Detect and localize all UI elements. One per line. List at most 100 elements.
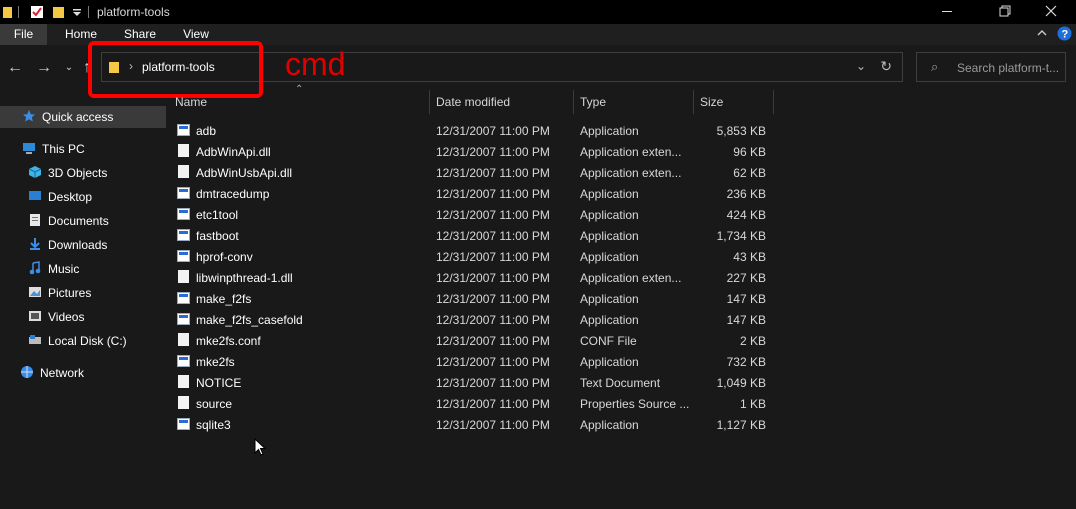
sidebar-item-3d-objects[interactable]: 3D Objects xyxy=(0,162,166,184)
file-icon xyxy=(178,333,189,346)
column-header-name[interactable]: Name xyxy=(175,90,207,114)
file-row[interactable]: mke2fs 12/31/2007 11:00 PM Application 732 … xyxy=(166,351,776,372)
file-row[interactable]: adb 12/31/2007 11:00 PM Application 5,853 K… xyxy=(166,120,776,141)
sidebar-item-this-pc[interactable]: This PC xyxy=(0,138,166,160)
file-name: mke2fs xyxy=(196,355,235,369)
file-size: 227 KB xyxy=(726,271,766,285)
file-row[interactable]: fastboot 12/31/2007 11:00 PM Application 1,… xyxy=(166,225,776,246)
mouse-cursor-icon xyxy=(254,437,267,461)
cube-icon xyxy=(28,165,42,182)
file-type: Application exten... xyxy=(580,271,682,285)
file-row[interactable]: libwinpthread-1.dll 12/31/2007 11:00 PM Ap… xyxy=(166,267,776,288)
maximize-button[interactable] xyxy=(982,0,1028,24)
sidebar-item-documents[interactable]: Documents xyxy=(0,210,166,232)
new-folder-icon[interactable] xyxy=(53,4,65,20)
help-icon[interactable]: ? xyxy=(1057,26,1072,44)
back-button[interactable]: ← xyxy=(6,59,24,77)
expand-ribbon-icon[interactable] xyxy=(1036,27,1048,42)
column-divider[interactable] xyxy=(773,90,774,114)
sidebar-item-label: 3D Objects xyxy=(48,166,108,180)
column-header-size[interactable]: Size xyxy=(700,90,723,114)
file-row[interactable]: source 12/31/2007 11:00 PM Properties Sour… xyxy=(166,393,776,414)
column-divider[interactable] xyxy=(693,90,694,114)
chevron-down-icon[interactable]: ⌄ xyxy=(856,59,866,73)
file-row[interactable]: mke2fs.conf 12/31/2007 11:00 PM CONF File 2… xyxy=(166,330,776,351)
file-type: Application xyxy=(580,418,639,432)
file-icon xyxy=(178,270,189,283)
application-icon xyxy=(177,250,190,262)
close-button[interactable] xyxy=(1028,0,1074,24)
search-box[interactable]: ⌕ Search platform-t... xyxy=(916,52,1066,82)
column-divider[interactable] xyxy=(429,90,430,114)
refresh-icon[interactable]: ↻ xyxy=(880,58,892,75)
sort-ascending-icon: ⌃ xyxy=(295,84,304,95)
sidebar-item-label: Desktop xyxy=(48,190,93,204)
sidebar-item-desktop[interactable]: Desktop xyxy=(0,186,166,208)
file-name: make_f2fs xyxy=(196,292,252,306)
file-row[interactable]: make_f2fs_casefold 12/31/2007 11:00 PM App… xyxy=(166,309,776,330)
file-size: 424 KB xyxy=(726,208,766,222)
sidebar-item-label: Videos xyxy=(48,310,85,324)
sidebar-item-downloads[interactable]: Downloads xyxy=(0,234,166,256)
column-divider[interactable] xyxy=(573,90,574,114)
customize-toolbar-icon[interactable] xyxy=(72,4,82,20)
sidebar-item-videos[interactable]: Videos xyxy=(0,306,166,328)
sidebar-item-music[interactable]: Music xyxy=(0,258,166,280)
column-header-type[interactable]: Type xyxy=(580,90,606,114)
properties-icon[interactable] xyxy=(30,4,44,20)
file-date-modified: 12/31/2007 11:00 PM xyxy=(436,271,550,285)
file-size: 236 KB xyxy=(726,187,766,201)
desktop-icon xyxy=(28,189,42,206)
file-date-modified: 12/31/2007 11:00 PM xyxy=(436,187,550,201)
file-name: etc1tool xyxy=(196,208,239,222)
pictures-icon xyxy=(28,285,42,302)
tab-file[interactable]: File xyxy=(0,24,47,45)
file-name: mke2fs.conf xyxy=(196,334,261,348)
file-size: 732 KB xyxy=(726,355,766,369)
column-header-date[interactable]: Date modified xyxy=(436,90,510,114)
application-icon xyxy=(177,292,190,304)
recent-locations-button[interactable]: ⌄ xyxy=(60,59,78,77)
sidebar-item-label: Pictures xyxy=(48,286,92,300)
file-size: 1 KB xyxy=(739,397,766,411)
file-name: NOTICE xyxy=(196,376,242,390)
back-arrow-icon: ← xyxy=(7,59,23,76)
sidebar-item-quick-access[interactable]: Quick access xyxy=(0,106,166,128)
sidebar-item-pictures[interactable]: Pictures xyxy=(0,282,166,304)
file-row[interactable]: hprof-conv 12/31/2007 11:00 PM Application… xyxy=(166,246,776,267)
file-name: libwinpthread-1.dll xyxy=(196,271,293,285)
forward-button[interactable]: → xyxy=(35,59,53,77)
file-size: 5,853 KB xyxy=(716,124,766,138)
download-icon xyxy=(28,237,42,254)
file-size: 1,734 KB xyxy=(716,229,766,243)
file-row[interactable]: NOTICE 12/31/2007 11:00 PM Text Document 1,… xyxy=(166,372,776,393)
star-icon xyxy=(22,109,36,126)
file-date-modified: 12/31/2007 11:00 PM xyxy=(436,397,550,411)
file-date-modified: 12/31/2007 11:00 PM xyxy=(436,376,550,390)
minimize-button[interactable] xyxy=(924,0,970,24)
file-name: make_f2fs_casefold xyxy=(196,313,303,327)
application-icon xyxy=(177,313,190,325)
file-row[interactable]: make_f2fs 12/31/2007 11:00 PM Application 1… xyxy=(166,288,776,309)
file-name: hprof-conv xyxy=(196,250,253,264)
file-date-modified: 12/31/2007 11:00 PM xyxy=(436,355,550,369)
window-title: platform-tools xyxy=(97,5,170,19)
file-row[interactable]: dmtracedump 12/31/2007 11:00 PM Applicatio… xyxy=(166,183,776,204)
application-icon xyxy=(177,229,190,241)
file-row[interactable]: AdbWinApi.dll 12/31/2007 11:00 PM Applicat… xyxy=(166,141,776,162)
file-date-modified: 12/31/2007 11:00 PM xyxy=(436,145,550,159)
file-row[interactable]: sqlite3 12/31/2007 11:00 PM Application 1,1… xyxy=(166,414,776,435)
file-type: Application xyxy=(580,229,639,243)
file-type: CONF File xyxy=(580,334,637,348)
sidebar-item-label: Quick access xyxy=(42,110,114,124)
file-size: 1,049 KB xyxy=(716,376,766,390)
file-icon xyxy=(178,144,189,157)
sidebar-item-local-disk[interactable]: Local Disk (C:) xyxy=(0,330,166,352)
file-row[interactable]: etc1tool 12/31/2007 11:00 PM Application 42… xyxy=(166,204,776,225)
file-icon xyxy=(178,396,189,409)
sidebar-item-network[interactable]: Network xyxy=(0,362,166,384)
file-row[interactable]: AdbWinUsbApi.dll 12/31/2007 11:00 PM Appli… xyxy=(166,162,776,183)
maximize-icon xyxy=(999,5,1011,20)
music-icon xyxy=(28,260,42,278)
file-name: AdbWinApi.dll xyxy=(196,145,271,159)
